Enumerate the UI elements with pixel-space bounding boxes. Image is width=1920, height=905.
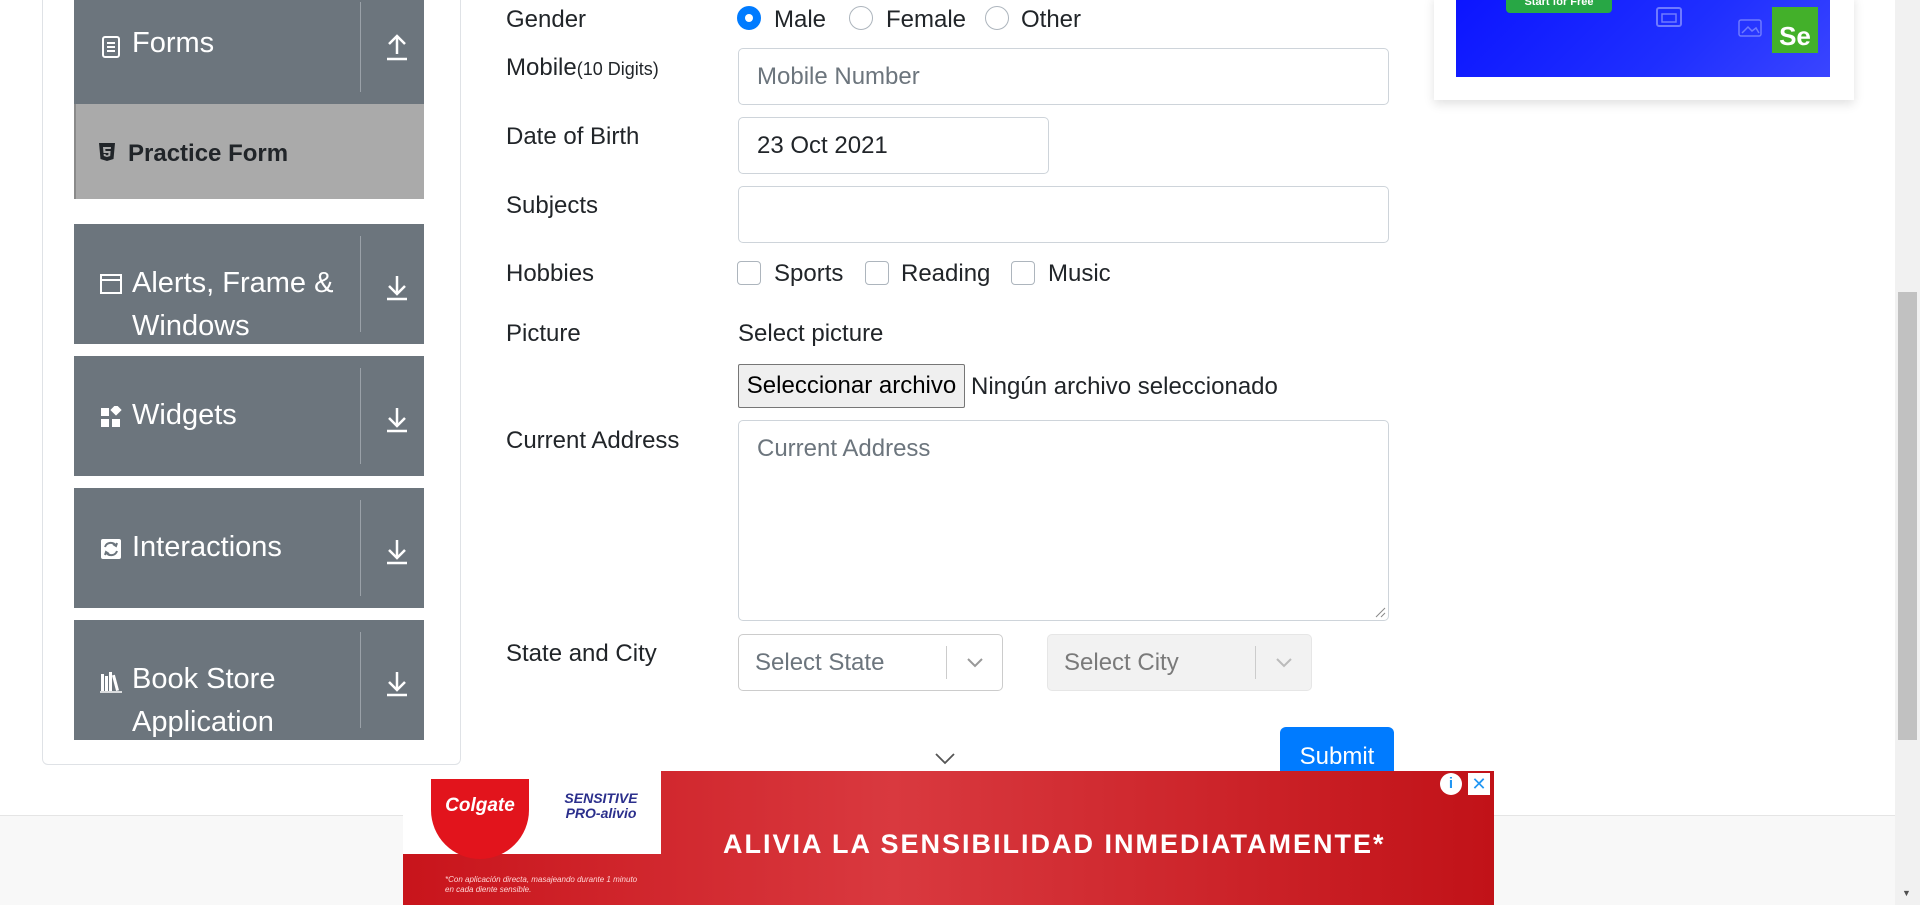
hobby-reading-label[interactable]: Reading (901, 260, 990, 288)
address-label: Current Address (506, 427, 680, 454)
divider (1255, 646, 1256, 679)
bottom-ad[interactable]: Colgate SENSITIVE PRO-alivio ALIVIA LA S… (403, 771, 1494, 905)
gender-other-label[interactable]: Other (1021, 6, 1081, 34)
city-select[interactable]: Select City (1047, 634, 1312, 691)
download-arrow-icon[interactable] (384, 536, 410, 566)
sidebar-group-label: Alerts, Frame & (132, 267, 334, 299)
state-placeholder: Select State (755, 649, 885, 676)
product-line-2: PRO-alivio (565, 805, 637, 821)
sidebar-item-practice-form[interactable]: Practice Form (74, 104, 424, 199)
mobile-label: Mobile(10 Digits) (506, 54, 659, 82)
ad-brand-box: Colgate SENSITIVE PRO-alivio (403, 771, 661, 859)
divider (360, 368, 361, 464)
picture-label: Picture (506, 320, 581, 347)
ad-info-icon[interactable]: i (1440, 773, 1462, 795)
top-ad[interactable]: Start for Free Se (1434, 0, 1854, 100)
city-placeholder: Select City (1064, 649, 1179, 676)
books-icon (100, 672, 122, 693)
sidebar-group-label-line2: Windows (132, 310, 250, 342)
window-icon (100, 274, 122, 294)
sidebar-group-label: Book Store (132, 663, 276, 695)
file-status: Ningún archivo seleccionado (971, 373, 1278, 400)
scroll-down-arrow-icon[interactable]: ▼ (1902, 888, 1911, 898)
sidebar-group-book-store[interactable]: Book Store Application (74, 620, 424, 740)
address-placeholder: Current Address (757, 435, 931, 462)
address-textarea[interactable]: Current Address (738, 420, 1389, 621)
top-ad-banner[interactable]: Start for Free Se (1456, 0, 1830, 77)
colgate-logo: Colgate (431, 779, 529, 859)
html5-icon (99, 143, 115, 161)
ad-close-icon[interactable]: ✕ (1468, 773, 1490, 795)
hobby-music-label[interactable]: Music (1048, 260, 1111, 288)
page: Forms Practice Form Alerts, Frame & Wind… (0, 0, 1920, 905)
sidebar-group-label: Forms (132, 27, 215, 59)
divider (946, 646, 947, 679)
state-select[interactable]: Select State (738, 634, 1003, 691)
download-arrow-icon[interactable] (384, 404, 410, 434)
mobile-label-text: Mobile (506, 54, 577, 81)
sidebar-group-alerts[interactable]: Alerts, Frame & Windows (74, 224, 424, 344)
divider (360, 500, 361, 596)
sidebar-group-interactions[interactable]: Interactions (74, 488, 424, 608)
sidebar-item-label: Practice Form (128, 140, 289, 167)
mobile-placeholder: Mobile Number (757, 63, 920, 90)
dob-input[interactable]: 23 Oct 2021 (738, 117, 1049, 174)
browser-window-icon (1656, 7, 1682, 27)
selenium-logo: Se (1772, 7, 1818, 53)
subjects-input[interactable] (738, 186, 1389, 243)
gender-label: Gender (506, 6, 587, 33)
interactions-icon (101, 539, 121, 559)
hobbies-label: Hobbies (506, 260, 595, 287)
gender-male-radio[interactable] (737, 6, 761, 30)
state-city-label: State and City (506, 640, 657, 667)
mobile-hint: (10 Digits) (576, 59, 659, 79)
sidebar-group-label: Interactions (132, 531, 282, 563)
gender-other-radio[interactable] (985, 6, 1009, 30)
download-arrow-icon[interactable] (384, 668, 410, 698)
sidebar-group-label-line2: Application (132, 706, 274, 738)
start-for-free-button[interactable]: Start for Free (1506, 0, 1612, 13)
dob-label: Date of Birth (506, 123, 640, 150)
hobby-reading-checkbox[interactable] (865, 261, 889, 285)
choose-file-button[interactable]: Seleccionar archivo (738, 364, 965, 408)
divider (360, 236, 361, 332)
chevron-down-icon (1276, 658, 1292, 668)
hobby-music-checkbox[interactable] (1011, 261, 1035, 285)
document-icon (102, 36, 120, 58)
widgets-icon (101, 406, 122, 427)
sidebar-group-label: Widgets (132, 399, 237, 431)
subjects-label: Subjects (506, 192, 599, 219)
select-picture-label: Select picture (738, 320, 884, 347)
divider (360, 632, 361, 728)
hobby-sports-label[interactable]: Sports (774, 260, 843, 288)
image-icon (1738, 19, 1762, 37)
sidebar-group-widgets[interactable]: Widgets (74, 356, 424, 476)
ad-fine-print: *Con aplicación directa, masajeando dura… (445, 875, 638, 894)
resize-handle-icon[interactable] (1374, 606, 1386, 618)
download-arrow-icon[interactable] (384, 272, 410, 302)
chevron-down-icon[interactable] (934, 752, 956, 766)
chevron-down-icon (967, 658, 983, 668)
divider (360, 2, 361, 92)
hobby-sports-checkbox[interactable] (737, 261, 761, 285)
product-name: SENSITIVE PRO-alivio (553, 791, 649, 821)
ad-headline: ALIVIA LA SENSIBILIDAD INMEDIATAMENTE* (723, 829, 1386, 859)
gender-male-label[interactable]: Male (774, 6, 826, 34)
upload-arrow-icon[interactable] (384, 32, 410, 62)
gender-female-radio[interactable] (849, 6, 873, 30)
dob-value: 23 Oct 2021 (757, 132, 888, 159)
mobile-input[interactable]: Mobile Number (738, 48, 1389, 105)
product-line-1: SENSITIVE (564, 790, 638, 806)
sidebar-group-forms[interactable]: Forms (74, 0, 424, 104)
gender-female-label[interactable]: Female (886, 6, 966, 34)
scrollbar-thumb[interactable] (1898, 292, 1917, 740)
